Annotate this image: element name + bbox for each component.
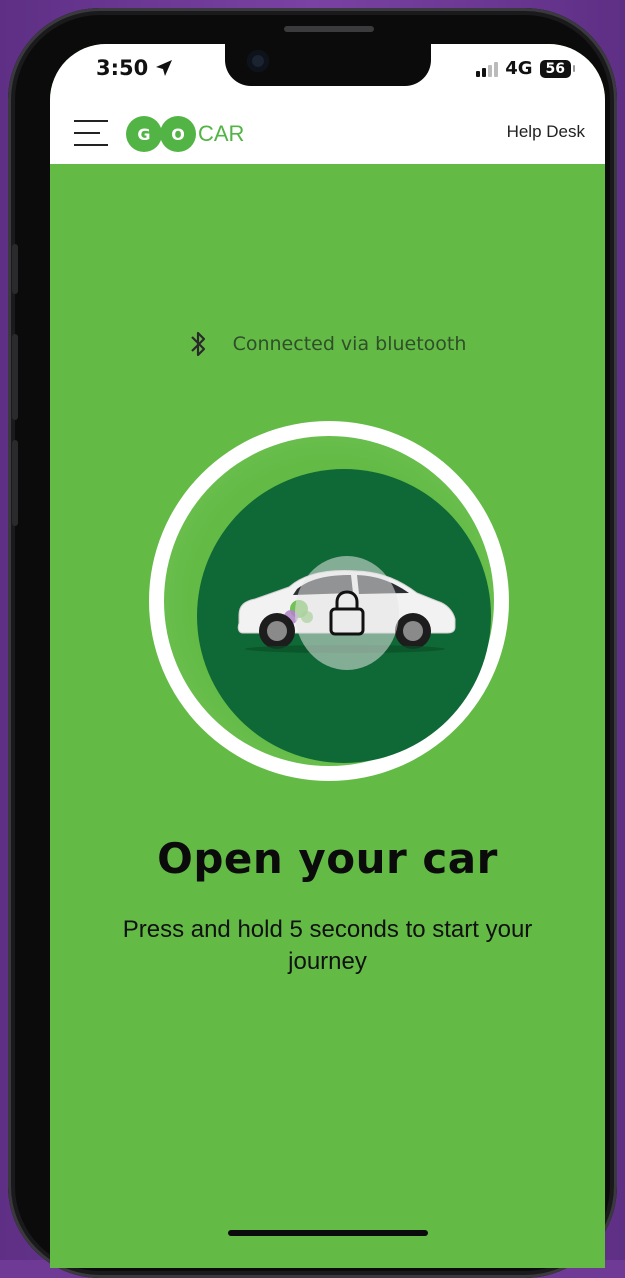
unlock-car-button[interactable]	[149, 421, 509, 781]
logo-letter-g: G	[126, 116, 162, 152]
logo-letter-o: O	[160, 116, 196, 152]
instruction-text: Press and hold 5 seconds to start your j…	[122, 916, 533, 975]
silent-switch	[12, 244, 18, 294]
lock-icon	[329, 590, 365, 636]
earpiece	[284, 26, 374, 32]
bluetooth-icon	[190, 331, 205, 357]
status-time: 3:50	[96, 56, 174, 80]
front-camera	[247, 50, 269, 72]
phone-frame: 3:50 4G 56 G O CAR Help Desk Connected v…	[8, 8, 617, 1278]
home-indicator[interactable]	[228, 1230, 428, 1236]
battery-level: 56	[545, 60, 565, 77]
status-indicators: 4G 56	[476, 58, 576, 79]
signal-icon	[476, 61, 499, 77]
location-arrow-icon	[156, 60, 173, 76]
volume-down-button	[12, 440, 18, 526]
status-time-text: 3:50	[96, 56, 149, 80]
logo-suffix: CAR	[198, 121, 245, 146]
unlock-ring	[164, 436, 494, 766]
lock-overlay	[295, 556, 399, 670]
help-desk-link[interactable]: Help Desk	[507, 122, 585, 142]
gocar-logo: G O CAR	[126, 114, 244, 154]
volume-up-button	[12, 334, 18, 420]
battery-icon: 56	[539, 59, 576, 78]
bluetooth-status-text: Connected via bluetooth	[232, 333, 467, 355]
app-screen: 3:50 4G 56 G O CAR Help Desk Connected v…	[50, 44, 605, 1268]
network-type: 4G	[505, 58, 533, 79]
hamburger-menu-icon[interactable]	[74, 120, 108, 146]
page-title: Open your car	[157, 834, 498, 883]
unlock-circle	[197, 469, 491, 763]
notch	[225, 44, 431, 86]
bluetooth-status: Connected via bluetooth	[50, 329, 605, 359]
